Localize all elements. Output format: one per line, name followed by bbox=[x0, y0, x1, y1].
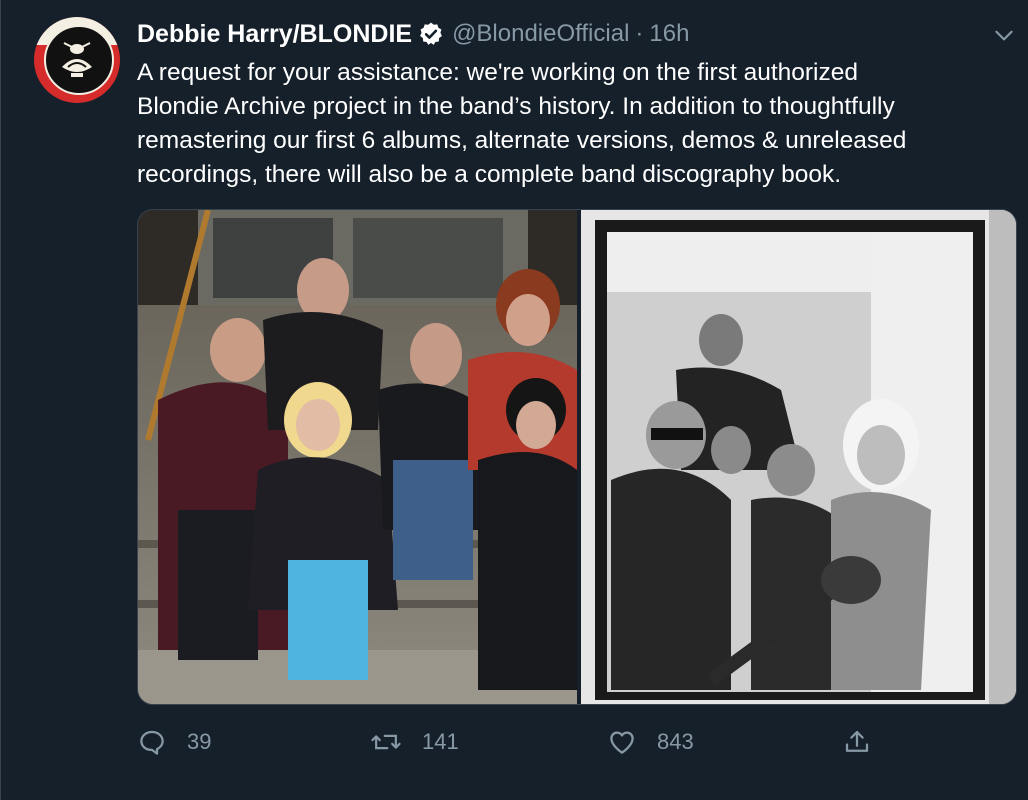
heart-icon bbox=[610, 731, 634, 754]
separator-dot: · bbox=[635, 20, 644, 47]
photo-band-with-guitar-image bbox=[581, 210, 1016, 704]
verified-badge-icon bbox=[420, 22, 443, 45]
tweet-card[interactable]: Debbie Harry/BLONDIE @BlondieOfficial · … bbox=[0, 0, 1028, 800]
tweet-text-line: remastering our first 6 albums, alternat… bbox=[137, 127, 907, 154]
author-name[interactable]: Debbie Harry/BLONDIE bbox=[137, 20, 412, 49]
retweet-count: 141 bbox=[422, 729, 459, 754]
next-content-fragment bbox=[137, 792, 337, 800]
share-icon bbox=[845, 730, 869, 752]
tweet-media bbox=[137, 209, 1017, 705]
tweet-timestamp[interactable]: 16h bbox=[649, 20, 689, 48]
share-button[interactable] bbox=[842, 722, 892, 762]
reply-count: 39 bbox=[187, 729, 212, 754]
tweet-actions: 39 141 843 bbox=[137, 722, 1017, 762]
chevron-down-icon[interactable] bbox=[991, 22, 1017, 48]
photo-band-on-steps[interactable] bbox=[138, 210, 577, 704]
reply-button[interactable]: 39 bbox=[137, 722, 211, 762]
like-button[interactable]: 843 bbox=[607, 722, 694, 762]
photo-band-with-guitar[interactable] bbox=[581, 210, 1016, 704]
reply-icon bbox=[140, 730, 164, 755]
avatar[interactable] bbox=[34, 17, 120, 103]
tweet-text-line: recordings, there will also be a complet… bbox=[137, 161, 842, 188]
like-count: 843 bbox=[657, 729, 694, 754]
blondie-logo-icon bbox=[62, 42, 92, 77]
tweet-text-line: A request for your assistance: we're wor… bbox=[137, 59, 858, 86]
tweet-header: Debbie Harry/BLONDIE @BlondieOfficial · … bbox=[137, 18, 689, 50]
retweet-button[interactable]: 141 bbox=[370, 722, 459, 762]
photo-band-on-steps-image bbox=[138, 210, 577, 704]
author-handle[interactable]: @BlondieOfficial bbox=[452, 20, 629, 48]
tweet-text-line: Blondie Archive project in the band’s hi… bbox=[137, 93, 895, 120]
retweet-icon bbox=[371, 734, 401, 750]
tweet-text: A request for your assistance: we're wor… bbox=[137, 56, 1007, 192]
